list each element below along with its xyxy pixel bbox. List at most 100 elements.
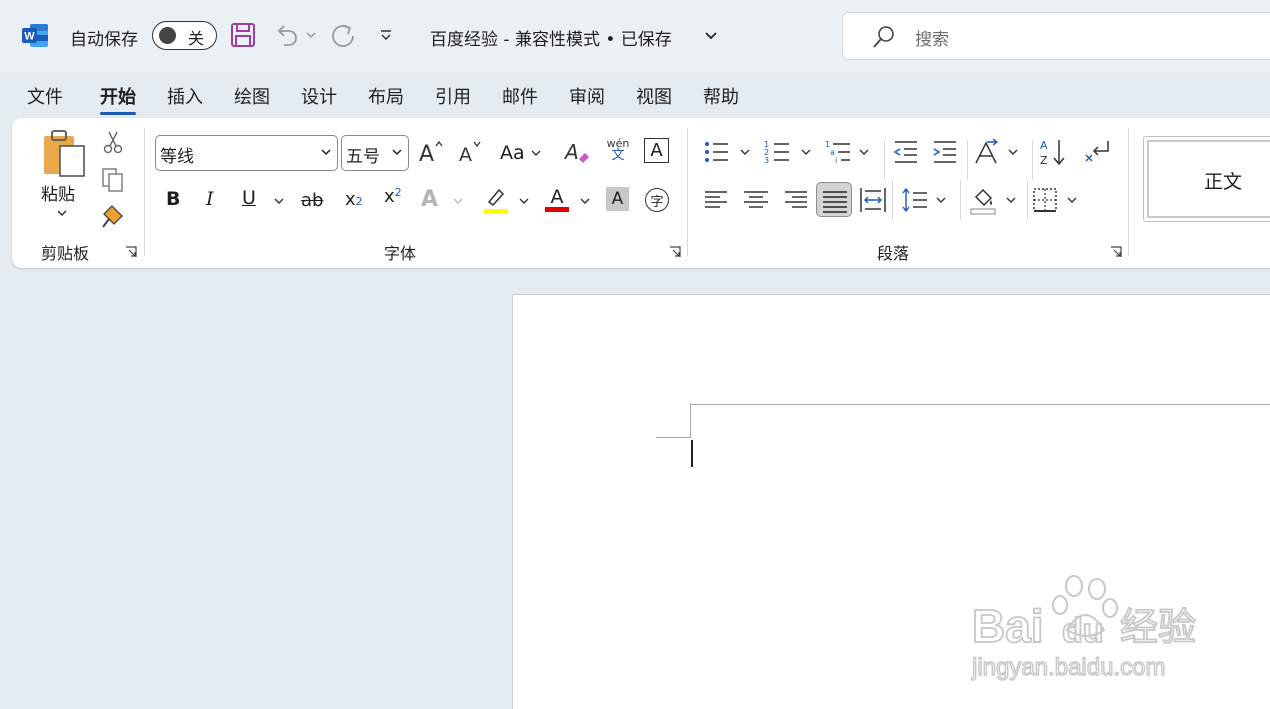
tab-mailings[interactable]: 邮件 <box>502 83 538 109</box>
paste-icon[interactable] <box>40 128 88 182</box>
chevron-down-icon[interactable] <box>1005 185 1017 215</box>
font-color-swatch <box>545 206 569 212</box>
paste-label[interactable]: 粘贴 <box>41 180 75 205</box>
save-icon[interactable] <box>229 21 257 49</box>
tab-home[interactable]: 开始 <box>100 83 136 115</box>
tab-references[interactable]: 引用 <box>435 83 471 109</box>
subscript-button[interactable]: x2 <box>345 189 363 210</box>
dialog-launcher-icon[interactable] <box>125 246 137 258</box>
bullets-icon[interactable] <box>702 137 732 167</box>
superscript-index: 2 <box>394 186 402 199</box>
autosave-toggle[interactable]: 关 <box>152 21 217 50</box>
group-separator <box>1027 180 1028 220</box>
watermark-logo-text: Bai <box>972 600 1044 652</box>
shading-icon[interactable] <box>968 185 998 215</box>
increase-indent-icon[interactable] <box>930 137 960 167</box>
asian-layout-icon[interactable] <box>973 137 1003 167</box>
character-shading-button[interactable]: A <box>606 187 629 211</box>
line-spacing-icon[interactable] <box>900 185 930 215</box>
phonetic-guide-button[interactable]: wén 文 <box>603 135 633 165</box>
align-center-icon[interactable] <box>741 185 771 215</box>
bold-button[interactable]: B <box>166 188 180 210</box>
tab-view[interactable]: 视图 <box>636 83 672 109</box>
svg-text:i: i <box>835 156 837 165</box>
grow-font-icon[interactable]: A <box>416 137 446 167</box>
align-right-icon[interactable] <box>780 185 810 215</box>
ribbon-tabs: 文件 开始 插入 绘图 设计 布局 引用 邮件 审阅 视图 帮助 <box>0 72 1270 118</box>
chevron-down-icon[interactable] <box>739 137 751 167</box>
word-logo-icon[interactable]: W <box>22 23 49 48</box>
change-case-button[interactable]: Aa <box>500 142 525 164</box>
customize-qat-icon[interactable] <box>378 28 394 42</box>
sort-icon[interactable]: AZ <box>1039 137 1069 167</box>
borders-icon[interactable] <box>1030 185 1060 215</box>
document-title[interactable]: 百度经验 - 兼容性模式 • 已保存 <box>430 25 672 50</box>
tab-layout[interactable]: 布局 <box>368 83 404 109</box>
shrink-font-icon[interactable]: A <box>455 137 485 167</box>
font-size-combo[interactable]: 五号 <box>341 135 409 171</box>
chevron-down-icon[interactable] <box>530 138 542 168</box>
baidu-jingyan-watermark: Bai du 经验 jingyan.baidu.com <box>970 575 1197 682</box>
margin-marker <box>690 404 1270 405</box>
svg-text:A: A <box>563 140 579 164</box>
tab-insert[interactable]: 插入 <box>167 83 203 109</box>
dialog-launcher-icon[interactable] <box>1110 246 1122 258</box>
watermark-url: jingyan.baidu.com <box>971 654 1165 681</box>
watermark-brand: 经验 <box>1120 605 1196 649</box>
tab-design[interactable]: 设计 <box>301 83 337 109</box>
tab-draw[interactable]: 绘图 <box>234 83 270 109</box>
italic-button[interactable]: I <box>206 188 214 210</box>
chevron-down-icon[interactable] <box>800 137 812 167</box>
character-border-button[interactable]: A <box>644 138 669 163</box>
redo-icon[interactable] <box>329 21 357 49</box>
dialog-launcher-icon[interactable] <box>669 246 681 258</box>
chevron-down-icon[interactable] <box>1007 137 1019 167</box>
group-separator <box>1032 140 1033 180</box>
numbering-icon[interactable]: 123 <box>763 137 793 167</box>
paste-dropdown-icon[interactable] <box>56 208 68 218</box>
font-color-button[interactable]: A <box>542 184 572 214</box>
superscript-button[interactable]: x2 <box>384 186 402 207</box>
chevron-down-icon[interactable] <box>579 186 591 216</box>
search-box[interactable]: 搜索 <box>842 12 1270 60</box>
group-separator <box>884 140 885 180</box>
clear-formatting-icon[interactable]: A <box>563 137 593 167</box>
margin-marker <box>656 437 691 438</box>
cut-icon[interactable] <box>100 129 126 155</box>
undo-dropdown-icon[interactable] <box>305 30 317 40</box>
copy-icon[interactable] <box>100 166 126 194</box>
tab-help[interactable]: 帮助 <box>703 83 739 109</box>
chevron-down-icon[interactable] <box>1066 185 1078 215</box>
paragraph-group-label: 段落 <box>877 244 910 263</box>
svg-text:A: A <box>459 144 472 166</box>
underline-button[interactable]: U <box>242 187 256 209</box>
font-name-combo[interactable]: 等线 <box>155 135 338 171</box>
enclose-characters-button[interactable]: 字 <box>645 188 669 212</box>
font-group-label: 字体 <box>384 244 417 263</box>
undo-icon[interactable] <box>272 21 300 49</box>
justify-button[interactable] <box>816 182 852 217</box>
chevron-down-icon[interactable] <box>518 186 530 216</box>
tab-review[interactable]: 审阅 <box>569 83 605 109</box>
watermark-logo-text2: du <box>1062 612 1104 650</box>
style-normal[interactable]: 正文 <box>1143 136 1270 222</box>
chevron-down-icon[interactable] <box>935 185 947 215</box>
distributed-icon[interactable] <box>858 185 888 215</box>
tab-file[interactable]: 文件 <box>27 83 63 109</box>
title-bar: W 自动保存 关 百度经验 - 兼容性模式 • 已保存 搜索 <box>0 0 1270 72</box>
align-left-icon[interactable] <box>702 185 732 215</box>
subscript-index: 2 <box>355 195 363 208</box>
chevron-down-icon[interactable] <box>273 186 285 216</box>
search-placeholder: 搜索 <box>915 30 949 50</box>
group-separator <box>960 180 961 220</box>
chevron-down-icon[interactable] <box>858 137 870 167</box>
format-painter-icon[interactable] <box>100 204 126 230</box>
chevron-down-icon[interactable] <box>452 186 464 216</box>
show-hide-marks-icon[interactable] <box>1082 137 1112 167</box>
chevron-down-icon[interactable] <box>704 31 718 41</box>
highlight-color-icon[interactable] <box>481 185 511 215</box>
text-effects-button[interactable]: A <box>421 187 438 212</box>
strikethrough-button[interactable]: ab <box>301 190 323 211</box>
decrease-indent-icon[interactable] <box>891 137 921 167</box>
multilevel-list-icon[interactable]: 1ai <box>824 137 854 167</box>
